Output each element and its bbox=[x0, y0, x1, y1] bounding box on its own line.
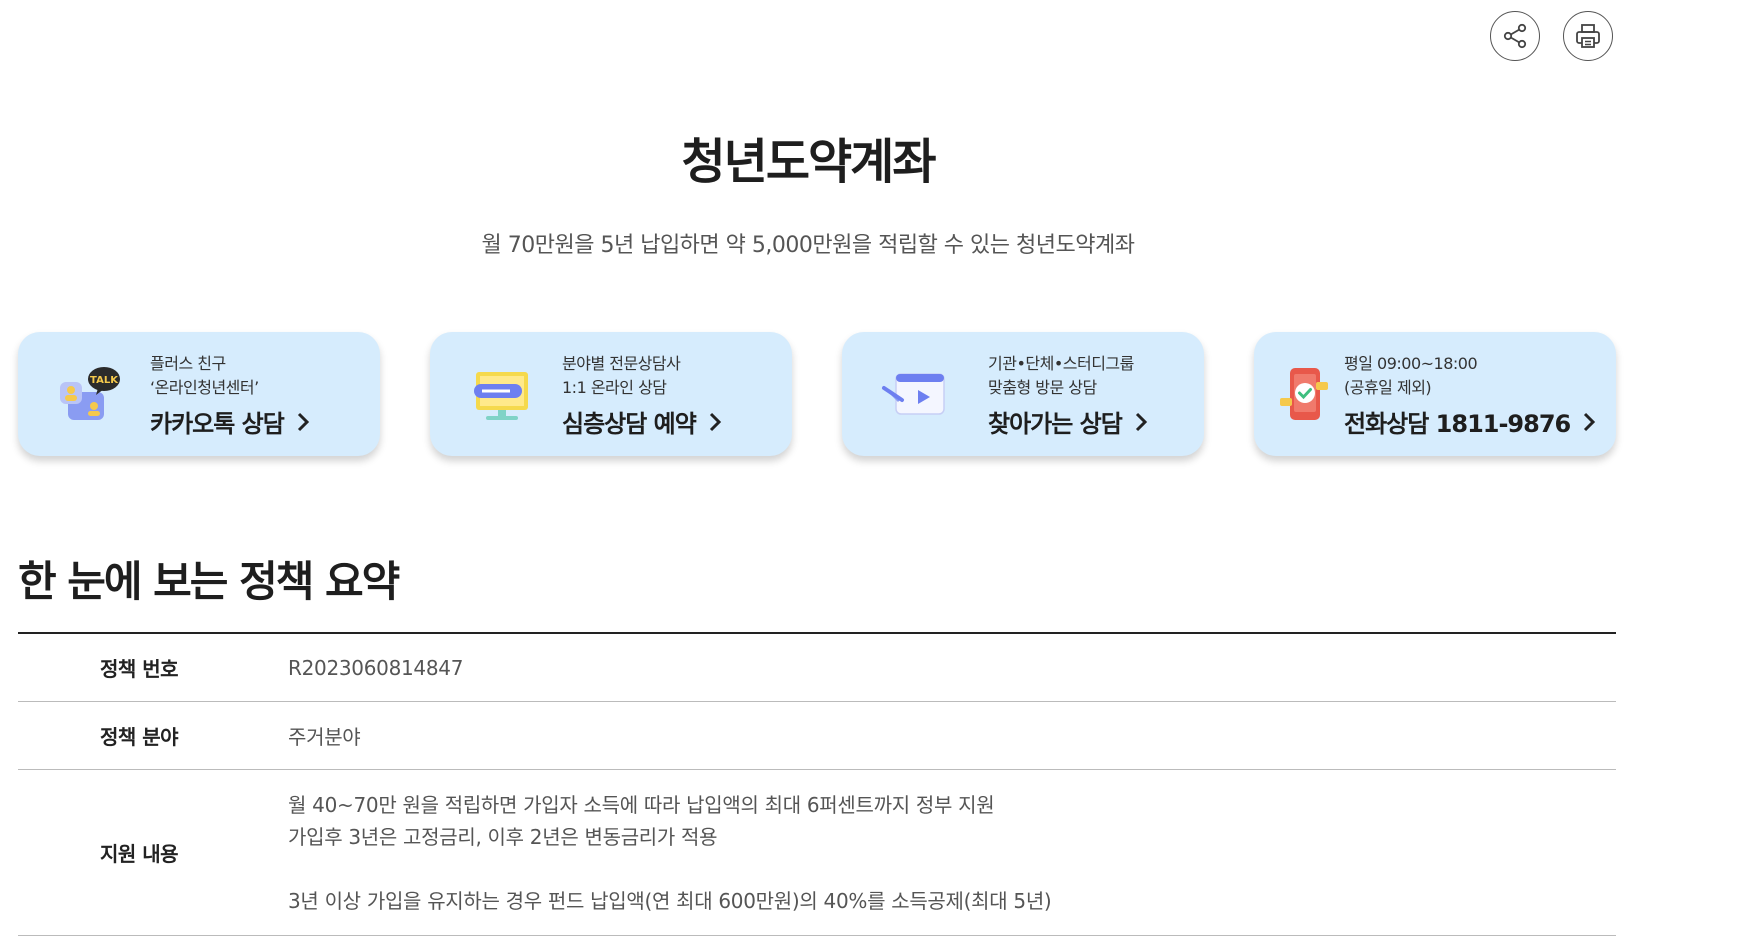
svg-text:TALK: TALK bbox=[90, 375, 119, 386]
row-value: 주거분야 bbox=[288, 725, 361, 749]
row-value: 월 40~70만 원을 적립하면 가입자 소득에 따라 납입액의 최대 6퍼센트… bbox=[288, 770, 1616, 935]
visit-consult-card[interactable]: 기관•단체•스터디그룹 맞춤형 방문 상담 찾아가는 상담 bbox=[842, 332, 1204, 456]
chevron-right-icon bbox=[297, 412, 309, 431]
card-line1: 평일 09:00~18:00 bbox=[1344, 354, 1478, 373]
table-row: 정책 분야 주거분야 bbox=[18, 702, 1616, 770]
section-title: 한 눈에 보는 정책 요약 bbox=[18, 557, 400, 606]
card-line2: 맞춤형 방문 상담 bbox=[988, 378, 1097, 397]
kakaotalk-consult-card[interactable]: TALK 플러스 친구 ‘온라인청년센터’ 카카오톡 상담 bbox=[18, 332, 380, 456]
card-line1: 플러스 친구 bbox=[150, 354, 226, 373]
page-title: 청년도약계좌 bbox=[681, 134, 937, 190]
visit-consult-link[interactable]: 찾아가는 상담 bbox=[988, 404, 1148, 439]
row-label: 정책 번호 bbox=[100, 657, 179, 681]
indepth-consult-card[interactable]: 분야별 전문상담사 1:1 온라인 상담 심층상담 예약 bbox=[430, 332, 792, 456]
page-subtitle: 월 70만원을 5년 납입하면 약 5,000만원을 적립할 수 있는 청년도약… bbox=[481, 233, 1135, 258]
card-line2: (공휴일 제외) bbox=[1344, 378, 1432, 397]
support-line: 가입후 3년은 고정금리, 이후 2년은 변동금리가 적용 bbox=[288, 824, 718, 849]
card-line2: ‘온라인청년센터’ bbox=[150, 378, 259, 397]
share-button[interactable] bbox=[1490, 11, 1540, 61]
card-label: 찾아가는 상담 bbox=[988, 410, 1123, 438]
chevron-right-icon bbox=[1135, 412, 1147, 431]
kakaotalk-consult-link[interactable]: 카카오톡 상담 bbox=[150, 404, 310, 439]
kakaotalk-icon: TALK bbox=[60, 367, 120, 420]
policy-summary-table: 정책 번호 R2023060814847 정책 분야 주거분야 지원 내용 월 … bbox=[18, 632, 1616, 936]
monitor-chat-icon bbox=[474, 372, 528, 420]
row-label: 정책 분야 bbox=[100, 725, 179, 749]
share-icon bbox=[1503, 23, 1527, 49]
indepth-consult-link[interactable]: 심층상담 예약 bbox=[562, 404, 722, 439]
table-row: 지원 내용 월 40~70만 원을 적립하면 가입자 소득에 따라 납입액의 최… bbox=[18, 770, 1616, 936]
card-label: 심층상담 예약 bbox=[562, 410, 697, 438]
print-icon bbox=[1576, 24, 1600, 48]
print-button[interactable] bbox=[1563, 11, 1613, 61]
card-line2: 1:1 온라인 상담 bbox=[562, 378, 667, 397]
table-row: 정책 번호 R2023060814847 bbox=[18, 634, 1616, 702]
chevron-right-icon bbox=[709, 412, 721, 431]
support-line: 월 40~70만 원을 적립하면 가입자 소득에 따라 납입액의 최대 6퍼센트… bbox=[288, 792, 995, 817]
phone-consult-link[interactable]: 전화상담 1811-9876 bbox=[1344, 404, 1596, 439]
policy-page: 청년도약계좌 월 70만원을 5년 납입하면 약 5,000만원을 적립할 수 … bbox=[0, 0, 1746, 940]
card-label: 카카오톡 상담 bbox=[150, 410, 285, 438]
chevron-right-icon bbox=[1584, 412, 1596, 431]
support-line: 3년 이상 가입을 유지하는 경우 펀드 납입액(연 최대 600만원)의 40… bbox=[288, 888, 1052, 913]
card-label: 전화상담 1811-9876 bbox=[1344, 410, 1571, 438]
phone-consult-card[interactable]: 평일 09:00~18:00 (공휴일 제외) 전화상담 1811-9876 bbox=[1254, 332, 1616, 456]
phone-icon bbox=[1280, 368, 1328, 420]
row-value: R2023060814847 bbox=[288, 655, 464, 680]
video-visit-icon bbox=[882, 373, 945, 415]
card-line1: 분야별 전문상담사 bbox=[562, 354, 681, 373]
card-line1: 기관•단체•스터디그룹 bbox=[988, 354, 1134, 373]
row-label: 지원 내용 bbox=[100, 842, 179, 866]
